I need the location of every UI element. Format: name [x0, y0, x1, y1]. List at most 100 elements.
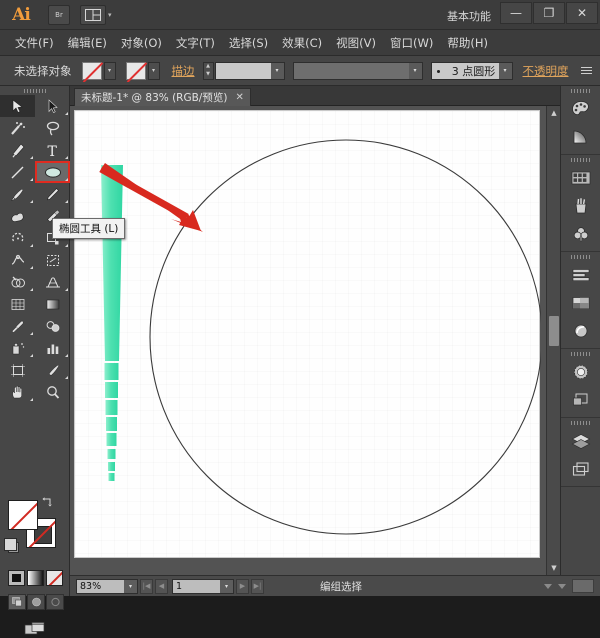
type-tool[interactable]: T	[35, 139, 70, 161]
brush-definition-input[interactable]: ▾	[293, 62, 423, 80]
blob-brush-tool[interactable]	[0, 205, 35, 227]
fill-swatch-caret-icon[interactable]: ▾	[104, 62, 116, 80]
line-segment-tool[interactable]	[0, 161, 35, 183]
magic-wand-tool[interactable]	[0, 117, 35, 139]
symbols-panel-icon[interactable]	[561, 220, 600, 248]
dock-grip-3[interactable]	[561, 252, 600, 261]
menu-effect[interactable]: 效果(C)	[275, 32, 329, 54]
gradient-button[interactable]	[27, 570, 44, 586]
direct-selection-tool[interactable]	[35, 95, 70, 117]
swap-fill-stroke-icon[interactable]	[42, 496, 54, 508]
dock-grip[interactable]	[561, 86, 600, 95]
column-graph-tool[interactable]	[35, 337, 70, 359]
minimize-button[interactable]: —	[500, 2, 532, 24]
change-screen-mode-button[interactable]	[22, 618, 48, 638]
document-tab[interactable]: 未标题-1* @ 83% (RGB/预览) ✕	[74, 88, 251, 106]
brushes-panel-icon[interactable]	[561, 192, 600, 220]
none-button[interactable]	[46, 570, 63, 586]
perspective-grid-tool[interactable]	[35, 271, 70, 293]
stroke-weight-caret-icon[interactable]: ▾	[271, 63, 284, 79]
status-text[interactable]: 编组选择	[320, 579, 362, 594]
transform-panel-icon[interactable]	[561, 386, 600, 414]
scroll-up-arrow-icon[interactable]: ▲	[547, 106, 560, 120]
swatches-panel-icon[interactable]	[561, 164, 600, 192]
pencil-tool[interactable]	[35, 183, 70, 205]
mesh-tool[interactable]	[0, 293, 35, 315]
arrange-caret-icon[interactable]: ▾	[108, 11, 112, 19]
menu-edit[interactable]: 编辑(E)	[61, 32, 114, 54]
close-button[interactable]: ✕	[566, 2, 598, 24]
menu-view[interactable]: 视图(V)	[329, 32, 383, 54]
horizontal-scroll-thumb[interactable]	[572, 579, 594, 593]
menu-select[interactable]: 选择(S)	[222, 32, 275, 54]
fill-color-swatch[interactable]	[82, 62, 102, 80]
draw-inside-button[interactable]	[46, 594, 64, 610]
previous-artboard-button[interactable]: ◀	[155, 579, 168, 594]
symbol-sprayer-tool[interactable]	[0, 337, 35, 359]
zoom-caret-icon[interactable]: ▾	[124, 580, 137, 593]
graphic-styles-panel-icon[interactable]	[561, 358, 600, 386]
opacity-label[interactable]: 不透明度	[523, 63, 569, 79]
lasso-tool[interactable]	[35, 117, 70, 139]
transparency-panel-icon[interactable]	[561, 289, 600, 317]
ellipse-tool[interactable]	[35, 161, 70, 183]
vertical-scroll-thumb[interactable]	[549, 316, 559, 346]
arrange-documents-button[interactable]	[80, 5, 106, 25]
brush-caret-icon[interactable]: ▾	[409, 63, 422, 79]
stroke-swatch-caret-icon[interactable]: ▾	[148, 62, 160, 80]
close-icon[interactable]: ✕	[235, 92, 243, 103]
gradient-tool[interactable]	[35, 293, 70, 315]
blend-tool[interactable]	[35, 315, 70, 337]
color-panel-icon[interactable]	[561, 95, 600, 123]
zoom-level-select[interactable]: 83% ▾	[76, 579, 138, 594]
layers-panel-icon[interactable]	[561, 427, 600, 455]
stroke-color-swatch[interactable]	[126, 62, 146, 80]
menu-file[interactable]: 文件(F)	[8, 32, 61, 54]
artboard-tool[interactable]	[0, 359, 35, 381]
draw-normal-button[interactable]	[8, 594, 26, 610]
slice-tool[interactable]	[35, 359, 70, 381]
workspace-label[interactable]: 基本功能	[447, 8, 491, 24]
shape-builder-tool[interactable]	[0, 271, 35, 293]
stroke-profile-select[interactable]: 3 点圆形 ▾	[431, 62, 513, 80]
canvas-area[interactable]: ▲ ▼	[70, 106, 560, 575]
artboard-number-select[interactable]: 1 ▾	[172, 579, 234, 594]
menu-object[interactable]: 对象(O)	[114, 32, 169, 54]
scroll-down-arrow-icon[interactable]: ▼	[547, 561, 560, 575]
menu-type[interactable]: 文字(T)	[169, 32, 222, 54]
appearance-panel-icon[interactable]	[561, 317, 600, 345]
menu-window[interactable]: 窗口(W)	[383, 32, 440, 54]
status-menu-caret2-icon[interactable]	[558, 584, 566, 589]
control-panel-menu-icon[interactable]	[581, 67, 592, 74]
maximize-button[interactable]: ❐	[533, 2, 565, 24]
next-artboard-button[interactable]: ▶	[236, 579, 249, 594]
artboard-caret-icon[interactable]: ▾	[220, 580, 233, 593]
artboards-panel-icon[interactable]	[561, 455, 600, 483]
dock-grip-2[interactable]	[561, 155, 600, 164]
selection-tool[interactable]	[0, 95, 35, 117]
stroke-weight-stepper[interactable]: ▲▼	[203, 62, 214, 80]
menu-help[interactable]: 帮助(H)	[440, 32, 495, 54]
stroke-profile-caret-icon[interactable]: ▾	[499, 63, 512, 79]
status-menu-caret-icon[interactable]	[544, 584, 552, 589]
zoom-tool[interactable]	[35, 381, 70, 403]
first-artboard-button[interactable]: |◀	[140, 579, 153, 594]
eyedropper-tool[interactable]	[0, 315, 35, 337]
color-button[interactable]	[8, 570, 25, 586]
dock-grip-4[interactable]	[561, 349, 600, 358]
width-tool[interactable]	[0, 249, 35, 271]
artboard[interactable]	[74, 110, 540, 558]
paintbrush-tool[interactable]	[0, 183, 35, 205]
stroke-label[interactable]: 描边	[172, 63, 195, 79]
bridge-button[interactable]: Br	[48, 5, 70, 25]
pen-tool[interactable]	[0, 139, 35, 161]
fill-swatch[interactable]	[8, 500, 38, 530]
align-panel-icon[interactable]	[561, 261, 600, 289]
tools-panel-grip[interactable]	[0, 86, 69, 95]
stroke-weight-input[interactable]: ▾	[215, 62, 285, 80]
free-transform-tool[interactable]	[35, 249, 70, 271]
canvas-vertical-scrollbar[interactable]: ▲ ▼	[546, 106, 560, 575]
gradient-panel-icon[interactable]	[561, 123, 600, 151]
dock-grip-5[interactable]	[561, 418, 600, 427]
rotate-tool[interactable]	[0, 227, 35, 249]
